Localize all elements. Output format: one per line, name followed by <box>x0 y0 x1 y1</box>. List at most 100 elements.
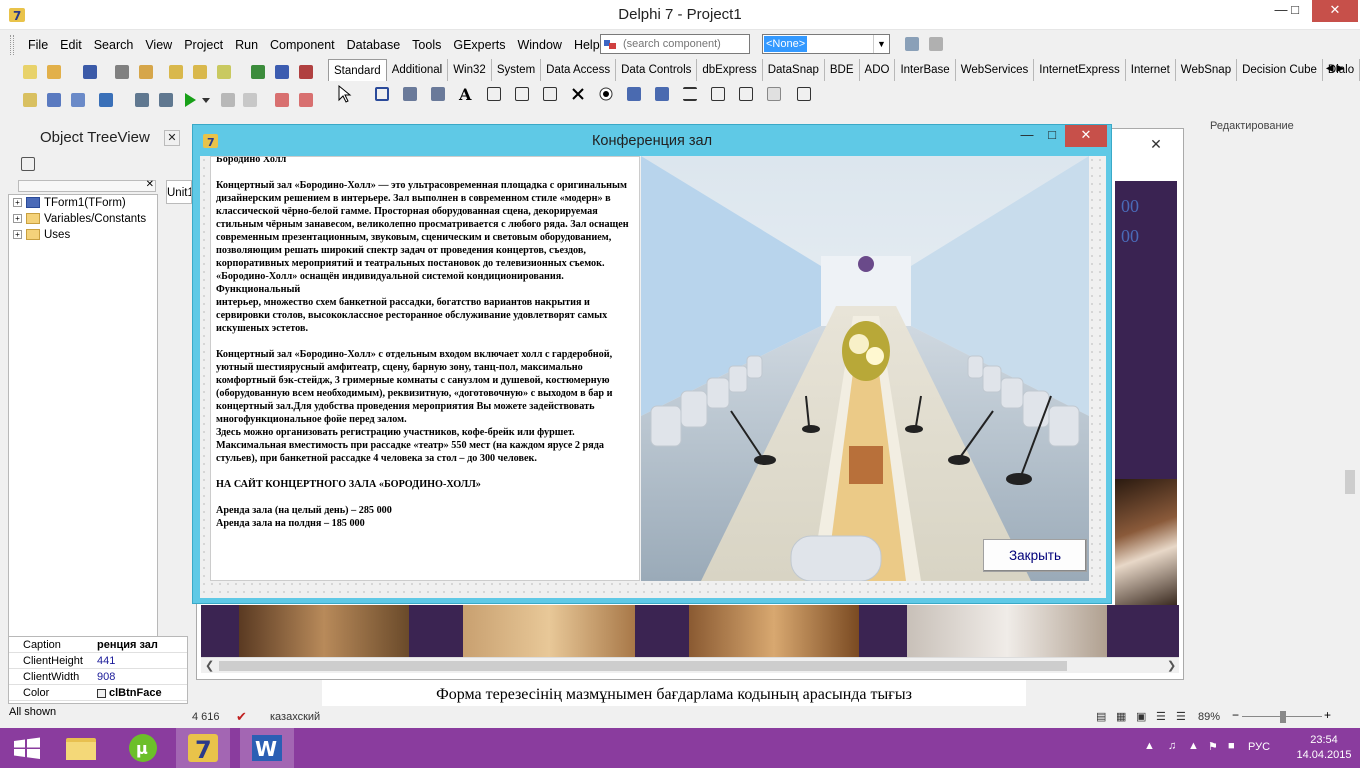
save-all-icon[interactable] <box>112 62 132 82</box>
read-mode-icon[interactable]: ▤ <box>1096 706 1106 728</box>
close-button[interactable]: ✕ <box>1312 0 1358 22</box>
notification-icon[interactable]: ■ <box>1228 740 1235 752</box>
dialog-close-button[interactable]: ✕ <box>1065 125 1107 147</box>
zoom-in-icon[interactable]: + <box>1324 708 1331 722</box>
component-search-input[interactable] <box>623 36 745 52</box>
label-icon[interactable]: A <box>456 84 476 104</box>
tab-datasnap[interactable]: DataSnap <box>763 59 825 81</box>
pause-icon[interactable] <box>218 90 238 110</box>
radiogroup-icon[interactable] <box>736 84 756 104</box>
pointer-icon[interactable] <box>334 84 354 104</box>
prop-value[interactable]: 441 <box>97 653 185 669</box>
checkbox-icon[interactable] <box>568 84 588 104</box>
tab-system[interactable]: System <box>492 59 542 81</box>
tab-ado[interactable]: ADO <box>860 59 896 81</box>
listbox-icon[interactable] <box>624 84 644 104</box>
none-dropdown[interactable]: <None> ▼ <box>762 34 890 54</box>
tab-unit1[interactable]: Unit1 <box>166 180 192 204</box>
tab-internetexpress[interactable]: InternetExpress <box>1034 59 1126 81</box>
menu-view[interactable]: View <box>139 32 178 58</box>
print-layout-icon[interactable]: ▦ <box>1116 706 1126 728</box>
description-memo[interactable]: Бородино Холл Концертный зал «Бородино-Х… <box>210 156 640 581</box>
scroll-right-icon[interactable]: ❯ <box>1167 658 1176 674</box>
panel-icon[interactable] <box>764 84 784 104</box>
view-forms-icon[interactable] <box>44 90 64 110</box>
combobox-icon[interactable] <box>652 84 672 104</box>
chevron-down-icon[interactable]: ▼ <box>873 35 889 53</box>
draft-icon[interactable]: ☰ <box>1176 706 1186 728</box>
taskbar-delphi[interactable]: 7 <box>176 728 230 768</box>
view-unit-button[interactable] <box>902 34 922 54</box>
maximize-button[interactable]: □ <box>1280 0 1310 22</box>
groupbox-icon[interactable] <box>708 84 728 104</box>
tree-item-uses[interactable]: + Uses <box>13 227 70 243</box>
close-dialog-button[interactable]: Закрыть <box>983 539 1087 572</box>
expand-icon[interactable]: + <box>13 198 22 208</box>
tab-interbase[interactable]: InterBase <box>895 59 956 81</box>
book-green-icon[interactable] <box>248 62 268 82</box>
open-icon[interactable] <box>44 62 64 82</box>
frame-icon[interactable] <box>372 84 392 104</box>
tab-websnap[interactable]: WebSnap <box>1176 59 1238 81</box>
word-vertical-scrollbar[interactable] <box>1342 150 1358 728</box>
scrollbar-icon[interactable] <box>680 84 700 104</box>
button-icon[interactable] <box>540 84 560 104</box>
trace-icon[interactable] <box>156 90 176 110</box>
outline-icon[interactable]: ☰ <box>1156 706 1166 728</box>
tab-win32[interactable]: Win32 <box>448 59 492 81</box>
checklist-icon[interactable] <box>214 62 234 82</box>
prop-clientheight[interactable]: ClientHeight 441 <box>9 653 187 669</box>
spellcheck-icon[interactable]: ✔ <box>236 706 247 728</box>
menu-run[interactable]: Run <box>229 32 264 58</box>
taskbar-word[interactable]: W <box>240 728 294 768</box>
zoom-knob[interactable] <box>1280 711 1286 723</box>
scroll-left-icon[interactable]: ❮ <box>205 658 214 674</box>
expand-icon[interactable]: + <box>13 214 22 224</box>
view-form-button[interactable] <box>926 34 946 54</box>
start-button[interactable] <box>0 728 54 768</box>
save-icon[interactable] <box>80 62 100 82</box>
view-units-icon[interactable] <box>20 90 40 110</box>
zoom-slider[interactable]: − + <box>1232 708 1332 724</box>
remove-file-icon[interactable] <box>190 62 210 82</box>
add-file-icon[interactable] <box>166 62 186 82</box>
actionlist-icon[interactable] <box>794 84 814 104</box>
menu-component[interactable]: Component <box>264 32 341 58</box>
menu-database[interactable]: Database <box>341 32 407 58</box>
zoom-level[interactable]: 89% <box>1198 706 1220 728</box>
open-project-icon[interactable] <box>136 62 156 82</box>
tree-item-variables[interactable]: + Variables/Constants <box>13 211 146 227</box>
speaker-icon[interactable]: ♫ <box>1168 740 1176 752</box>
palette-scroll-arrows[interactable]: ◀ ▶ <box>1318 60 1352 78</box>
book-blue-icon[interactable] <box>272 62 292 82</box>
component-search-box[interactable] <box>600 34 750 54</box>
scroll-thumb[interactable] <box>219 661 1067 671</box>
tab-bde[interactable]: BDE <box>825 59 860 81</box>
run-icon[interactable] <box>180 90 200 110</box>
clock[interactable]: 23:54 14.04.2015 <box>1294 733 1354 763</box>
new-form-icon[interactable] <box>96 90 116 110</box>
tab-standard[interactable]: Standard <box>328 59 387 81</box>
new-icon[interactable] <box>20 62 40 82</box>
web-layout-icon[interactable]: ▣ <box>1136 706 1146 728</box>
tab-additional[interactable]: Additional <box>387 59 449 81</box>
stop-icon[interactable] <box>240 90 260 110</box>
radiobutton-icon[interactable] <box>596 84 616 104</box>
prop-caption[interactable]: Caption ренция зал <box>9 637 187 653</box>
toggle-form-unit-icon[interactable] <box>68 90 88 110</box>
tab-internet[interactable]: Internet <box>1126 59 1176 81</box>
taskbar-utorrent[interactable]: µ <box>116 728 170 768</box>
menu-search[interactable]: Search <box>88 32 140 58</box>
flag-icon[interactable]: ⚑ <box>1208 740 1218 753</box>
dialog-maximize-button[interactable]: □ <box>1039 125 1065 147</box>
step-into-icon[interactable] <box>272 90 292 110</box>
popupmenu-icon[interactable] <box>428 84 448 104</box>
keyboard-language[interactable]: РУС <box>1248 741 1270 753</box>
menu-file[interactable]: File <box>22 32 54 58</box>
expand-icon[interactable]: + <box>13 230 22 240</box>
menu-tools[interactable]: Tools <box>406 32 447 58</box>
tab-data-access[interactable]: Data Access <box>541 59 617 81</box>
run-options-icon[interactable] <box>132 90 152 110</box>
word-count[interactable]: 4 616 <box>192 706 220 728</box>
memo-icon[interactable] <box>512 84 532 104</box>
